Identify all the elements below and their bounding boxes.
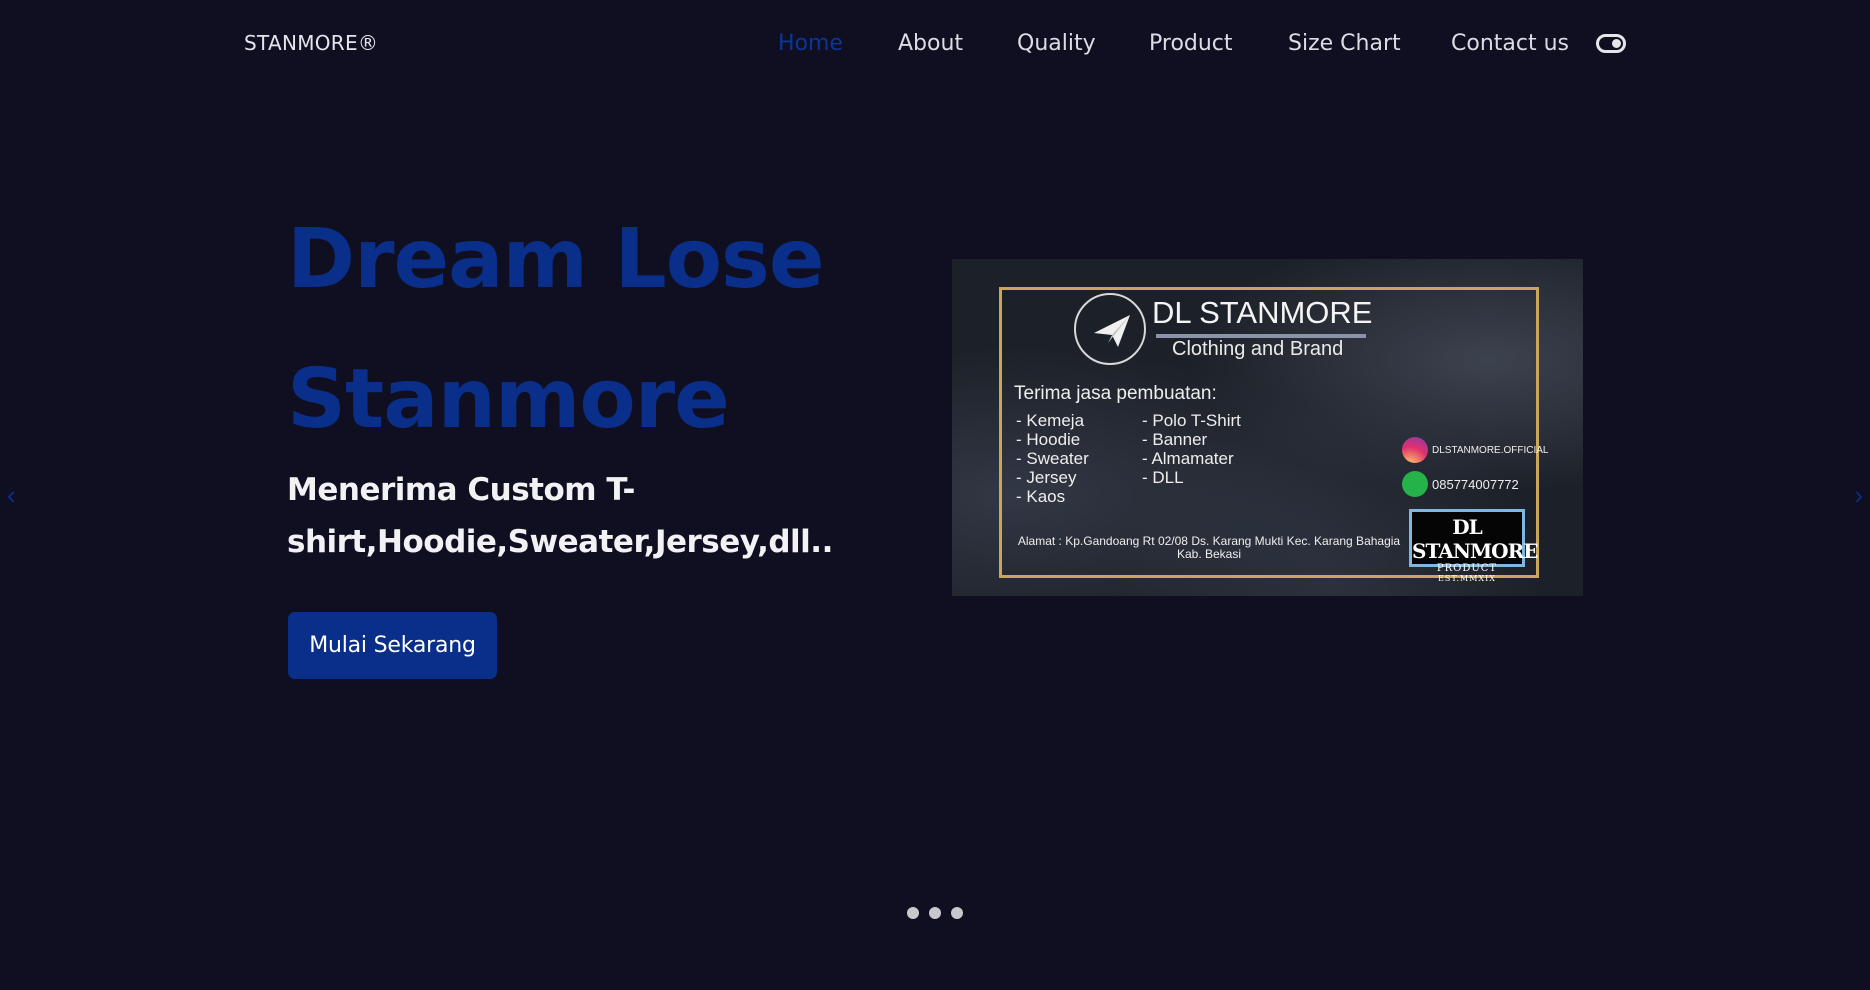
banner-services-col2: - Polo T-Shirt - Banner - Almamater - DL… bbox=[1142, 411, 1241, 487]
banner-whatsapp: 085774007772 bbox=[1402, 471, 1519, 497]
hero-title-line2: Stanmore bbox=[287, 352, 730, 447]
instagram-handle: DLSTANMORE.OFFICIAL bbox=[1432, 444, 1549, 456]
banner-subtitle: Clothing and Brand bbox=[1172, 338, 1344, 360]
toggle-knob bbox=[1612, 39, 1621, 48]
badge-line3: EST.MMXIX bbox=[1438, 574, 1496, 583]
service-item: - Sweater bbox=[1016, 449, 1089, 468]
paper-plane-logo-icon bbox=[1074, 293, 1146, 365]
service-item: - Polo T-Shirt bbox=[1142, 411, 1241, 430]
banner-services-col1: - Kemeja - Hoodie - Sweater - Jersey - K… bbox=[1016, 411, 1089, 506]
banner-badge-logo: DL STANMORE PRODUCT EST.MMXIX bbox=[1409, 509, 1538, 583]
banner-services-title: Terima jasa pembuatan: bbox=[1014, 383, 1217, 404]
nav-size-chart[interactable]: Size Chart bbox=[1288, 28, 1401, 60]
banner-title: DL STANMORE bbox=[1152, 295, 1373, 330]
carousel-dot-1[interactable] bbox=[907, 907, 919, 919]
banner-instagram: DLSTANMORE.OFFICIAL bbox=[1402, 437, 1549, 463]
service-item: - Jersey bbox=[1016, 468, 1077, 487]
service-item: - Banner bbox=[1142, 430, 1208, 449]
nav-contact-us[interactable]: Contact us bbox=[1451, 28, 1569, 60]
nav-about[interactable]: About bbox=[898, 28, 963, 60]
promo-banner-image: DL STANMORE Clothing and Brand Terima ja… bbox=[952, 259, 1583, 596]
brand-logo[interactable]: STANMORE® bbox=[244, 31, 378, 55]
carousel-prev-chevron-left-icon[interactable]: ‹ bbox=[7, 482, 16, 508]
hero-title-line1: Dream Lose bbox=[287, 212, 824, 307]
service-item: - Hoodie bbox=[1016, 430, 1081, 449]
whatsapp-icon bbox=[1402, 471, 1428, 497]
carousel-next-chevron-right-icon[interactable]: › bbox=[1854, 482, 1863, 508]
service-item: - Kemeja bbox=[1016, 411, 1085, 430]
service-item: - Kaos bbox=[1016, 487, 1066, 506]
theme-toggle-icon[interactable] bbox=[1596, 34, 1626, 53]
hero-subtitle: Menerima Custom T-shirt,Hoodie,Sweater,J… bbox=[287, 472, 833, 560]
carousel-dot-2[interactable] bbox=[929, 907, 941, 919]
nav-home[interactable]: Home bbox=[778, 28, 843, 60]
service-item: - DLL bbox=[1142, 468, 1184, 487]
instagram-icon bbox=[1402, 437, 1428, 463]
banner-address: Alamat : Kp.Gandoang Rt 02/08 Ds. Karang… bbox=[1017, 534, 1401, 561]
whatsapp-number: 085774007772 bbox=[1432, 476, 1519, 492]
nav-quality[interactable]: Quality bbox=[1017, 28, 1096, 60]
carousel-dot-3[interactable] bbox=[951, 907, 963, 919]
nav-product[interactable]: Product bbox=[1149, 28, 1233, 60]
hero-title: Dream Lose Stanmore bbox=[287, 190, 847, 470]
page: STANMORE® Home About Quality Product Siz… bbox=[0, 0, 1870, 990]
service-item: - Almamater bbox=[1142, 449, 1234, 468]
badge-line1: DL STANMORE bbox=[1412, 515, 1538, 563]
badge-line2: PRODUCT bbox=[1436, 563, 1498, 574]
start-now-button[interactable]: Mulai Sekarang bbox=[288, 612, 497, 679]
carousel-indicators bbox=[907, 907, 963, 919]
